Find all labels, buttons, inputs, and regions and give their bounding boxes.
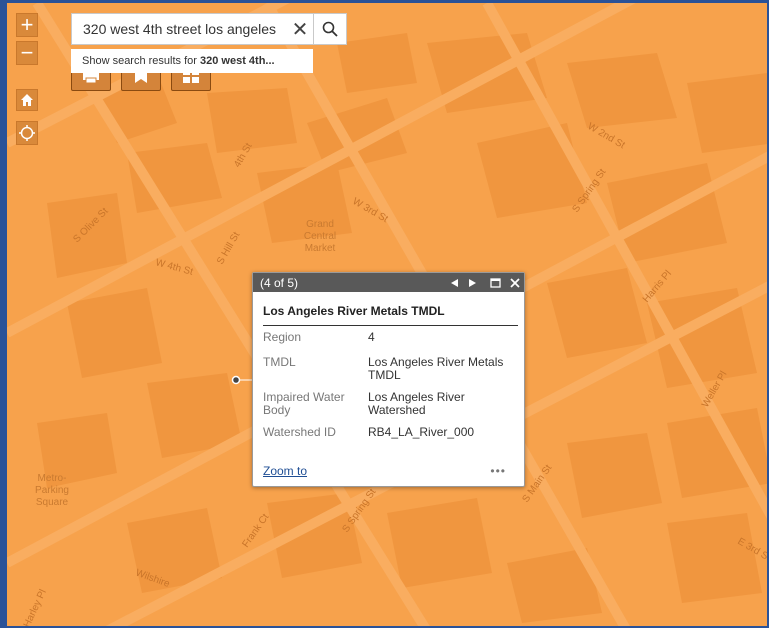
home-icon	[21, 94, 33, 106]
search-input[interactable]: 320 west 4th street los angeles	[72, 21, 287, 37]
more-actions-icon[interactable]: •••	[490, 464, 506, 478]
attribute-row: TMDL Los Angeles River Metals TMDL	[263, 356, 513, 391]
attribute-value: Los Angeles River Metals TMDL	[368, 355, 504, 382]
attribute-row: Watershed ID RB4_LA_River_000	[263, 426, 513, 446]
place-label: Square	[36, 497, 69, 508]
suggestion-term: 320 west 4th...	[200, 55, 275, 67]
place-label: Market	[305, 243, 336, 254]
search-icon	[322, 21, 338, 37]
popup-header: (4 of 5)	[253, 273, 524, 292]
popup-footer: Zoom to •••	[253, 464, 524, 486]
previous-icon[interactable]	[450, 278, 459, 288]
feature-counter: (4 of 5)	[260, 275, 299, 290]
popup-title: Los Angeles River Metals TMDL	[263, 304, 518, 326]
attribute-label: Region	[263, 330, 302, 344]
feature-point-marker[interactable]	[231, 375, 241, 385]
next-icon[interactable]	[468, 278, 477, 288]
attribute-label: Impaired Water Body	[263, 390, 345, 417]
zoom-in-button[interactable]: +	[16, 12, 38, 37]
clear-search-button[interactable]: ✕	[287, 14, 313, 44]
attribute-label: Watershed ID	[263, 425, 336, 439]
search-suggestion[interactable]: Show search results for 320 west 4th...	[71, 49, 313, 73]
attribute-value: 4	[368, 330, 375, 344]
suggestion-prefix: Show search results for	[82, 55, 200, 67]
place-label: Central	[304, 231, 336, 242]
close-icon: ✕	[291, 18, 309, 41]
zoom-to-link[interactable]: Zoom to	[263, 464, 307, 478]
place-label: Metro-	[38, 473, 67, 484]
attribute-row: Impaired Water Body Los Angeles River Wat…	[263, 391, 513, 426]
plus-icon: +	[20, 12, 34, 37]
search-widget: 320 west 4th street los angeles ✕	[71, 13, 347, 45]
place-label: Grand	[306, 219, 334, 230]
locate-button[interactable]	[16, 121, 38, 145]
locate-icon	[19, 125, 35, 141]
close-icon[interactable]	[510, 277, 520, 288]
attribute-label: TMDL	[263, 355, 296, 369]
attribute-value: RB4_LA_River_000	[368, 425, 475, 439]
maximize-icon[interactable]	[490, 277, 501, 288]
feature-popup: (4 of 5) Los Angeles River Metals TMDL R…	[252, 272, 525, 487]
search-button[interactable]	[313, 14, 346, 44]
zoom-out-button[interactable]: −	[16, 40, 38, 65]
map-view[interactable]: S Olive St S Hill St W 3rd St S Spring S…	[0, 0, 769, 628]
attribute-value: Los Angeles River Watershed	[368, 390, 465, 417]
place-label: Parking	[35, 485, 69, 496]
minus-icon: −	[20, 40, 34, 65]
attribute-row: Region 4	[263, 331, 513, 356]
home-button[interactable]	[16, 89, 38, 111]
attribute-table: Region 4 TMDL Los Angeles River Metals TMD…	[263, 331, 513, 446]
